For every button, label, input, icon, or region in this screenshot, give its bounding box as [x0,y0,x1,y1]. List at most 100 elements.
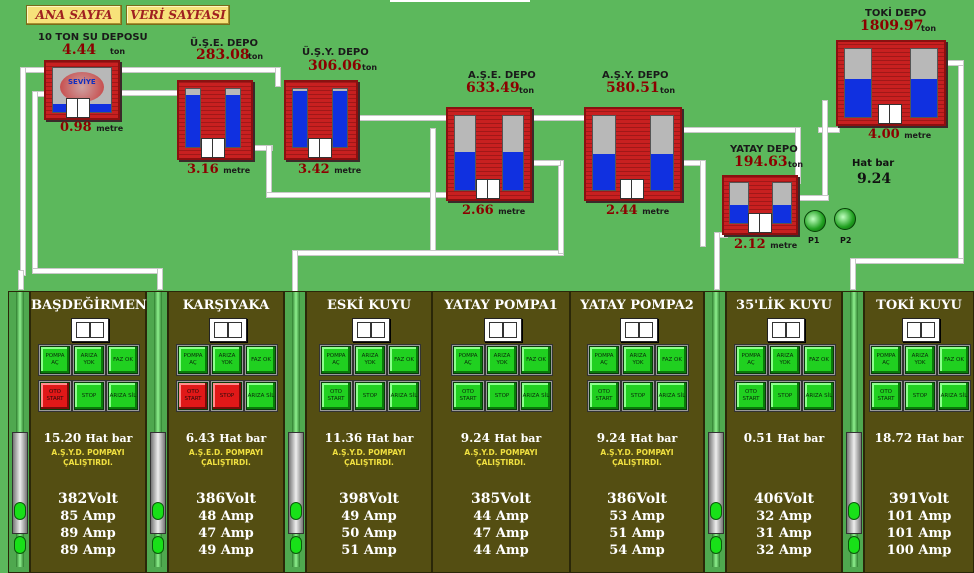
station-button[interactable]: FAZ OK [521,346,551,374]
station-button[interactable]: STOP [355,382,385,410]
station-amp-value: 32 [756,543,775,558]
ton10-tank[interactable]: SEVİYE [44,60,120,120]
station-amp-value: 48 [198,509,217,524]
station-button[interactable]: STOP [905,382,935,410]
station-cabinet-icon [902,318,940,342]
station-button[interactable]: STOP [212,382,242,410]
station-button[interactable]: POMPA AÇ [40,346,70,374]
well-pipe [146,291,168,573]
top-divider [390,0,530,2]
pump-p2-label: P2 [840,236,852,245]
station-button[interactable]: FAZ OK [389,346,419,374]
station-note: A.Ş.Y.D. POMPAYI [332,448,406,457]
station-panel: 35'LİK KUYU POMPA AÇ ARIZA YOK FAZ OK OTO ST… [726,291,842,573]
use-depo-unit: ton [248,52,264,61]
station-title: 35'LİK KUYU [736,298,832,313]
station-button[interactable]: POMPA AÇ [178,346,208,374]
station-note: ÇALIŞTIRDI. [344,458,394,467]
station-button[interactable]: ARIZA YOK [355,346,385,374]
station-note: A.Ş.Y.D. POMPAYI [464,448,538,457]
station-cabinet-icon [209,318,247,342]
station-amp-value: 51 [341,543,360,558]
station-button[interactable]: FAZ OK [804,346,834,374]
station-button[interactable]: ARIZA SİL [108,382,138,410]
station-amp-value: 100 [886,543,914,558]
station-hatbar: 9.24 Hat bar [460,431,542,445]
station-button[interactable]: ARIZA YOK [623,346,653,374]
station-panel: YATAY POMPA2 POMPA AÇ ARIZA YOK FAZ OK OTO S… [570,291,704,573]
station-button[interactable]: ARIZA SİL [939,382,969,410]
station-button[interactable]: OTO START [321,382,351,410]
station-button[interactable]: POMPA AÇ [736,346,766,374]
ase-level: 2.66 metre [462,203,526,218]
yatay-depo-value: 194.63 [734,154,788,170]
station-electric: 385Volt 44 Amp 47 Amp 44 Amp [471,491,531,558]
station-button[interactable]: ARIZA SİL [389,382,419,410]
station-note: ÇALIŞTIRDI. [476,458,526,467]
station-button[interactable]: ARIZA YOK [74,346,104,374]
station-button[interactable]: OTO START [453,382,483,410]
station-button[interactable]: OTO START [178,382,208,410]
station-button[interactable]: POMPA AÇ [321,346,351,374]
station-button[interactable]: ARIZA YOK [487,346,517,374]
usy-tank[interactable] [284,80,358,160]
station-amp-value: 31 [756,526,775,541]
station-note: A.Ş.E.D. POMPAYI [188,448,264,457]
station-button[interactable]: ARIZA SİL [246,382,276,410]
station-volt-value: 385 [471,491,501,507]
station-button[interactable]: STOP [487,382,517,410]
station-button[interactable]: ARIZA YOK [770,346,800,374]
asy-tank[interactable] [584,107,682,201]
usy-depo-unit: ton [362,63,378,72]
ton10-depo-value: 4.44 [62,42,97,58]
station-electric: 391Volt 101 Amp 101 Amp 100 Amp [886,491,952,558]
toki-tank[interactable] [836,40,946,126]
pump-p1-icon[interactable] [804,210,826,232]
yatay-level: 2.12 metre [734,237,798,252]
station-note: A.Ş.Y.D. POMPAYI [51,448,125,457]
station-button[interactable]: STOP [623,382,653,410]
station-button[interactable]: ARIZA SİL [804,382,834,410]
station-button[interactable]: FAZ OK [939,346,969,374]
station-amp-value: 101 [886,509,914,524]
station-button[interactable]: ARIZA YOK [905,346,935,374]
station-button[interactable]: OTO START [736,382,766,410]
station-title: YATAY POMPA2 [580,298,694,313]
asy-level: 2.44 metre [606,203,670,218]
veri-sayfasi-button[interactable]: VERİ SAYFASI [126,5,230,25]
station-button[interactable]: POMPA AÇ [871,346,901,374]
station-button[interactable]: OTO START [589,382,619,410]
station-electric: 386Volt 48 Amp 47 Amp 49 Amp [196,491,256,558]
ase-tank[interactable] [446,107,532,201]
station-button[interactable]: FAZ OK [246,346,276,374]
ana-sayfa-button[interactable]: ANA SAYFA [26,5,122,25]
use-tank[interactable] [177,80,253,160]
station-button[interactable]: ARIZA YOK [212,346,242,374]
station-button[interactable]: FAZ OK [108,346,138,374]
station-volt-value: 386 [607,491,637,507]
station-amp-value: 44 [473,543,492,558]
station-button[interactable]: ARIZA SİL [657,382,687,410]
station-button[interactable]: STOP [770,382,800,410]
station-button[interactable]: OTO START [40,382,70,410]
station-button[interactable]: POMPA AÇ [453,346,483,374]
ton10-level: 0.98 metre [60,120,124,135]
station-panel: TOKİ KUYU POMPA AÇ ARIZA YOK FAZ OK OTO STAR… [864,291,974,573]
pump-p2-icon[interactable] [834,208,856,230]
station-button[interactable]: STOP [74,382,104,410]
station-button[interactable]: ARIZA SİL [521,382,551,410]
station-button[interactable]: FAZ OK [657,346,687,374]
station-amp-value: 47 [473,526,492,541]
station-title: YATAY POMPA1 [444,298,558,313]
usy-depo-value: 306.06 [308,58,362,74]
station-volt-value: 386 [196,491,226,507]
station-panel: KARŞIYAKA POMPA AÇ ARIZA YOK FAZ OK OTO STAR… [168,291,284,573]
station-button[interactable]: POMPA AÇ [589,346,619,374]
station-panel: BAŞDEĞİRMEN POMPA AÇ ARIZA YOK FAZ OK OTO ST… [30,291,147,573]
station-amp-value: 54 [609,543,628,558]
yatay-tank[interactable] [722,175,798,235]
station-note: A.Ş.Y.D. POMPAYI [600,448,674,457]
station-title: TOKİ KUYU [876,298,962,313]
well-pipe [284,291,306,573]
station-button[interactable]: OTO START [871,382,901,410]
